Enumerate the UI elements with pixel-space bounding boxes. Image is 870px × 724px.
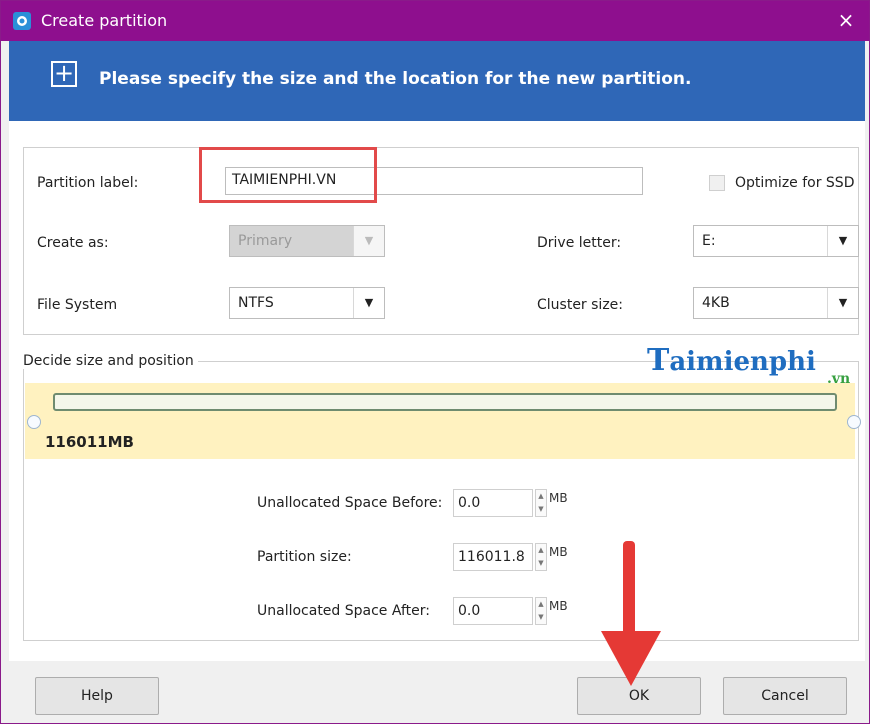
optimize-ssd-checkbox[interactable] [709, 175, 725, 191]
banner-text: Please specify the size and the location… [99, 69, 692, 89]
chevron-down-icon: ▼ [353, 226, 384, 256]
create-as-select: Primary ▼ [229, 225, 385, 257]
optimize-ssd-label: Optimize for SSD [735, 175, 855, 191]
title-bar[interactable]: Create partition × [1, 1, 869, 41]
header-banner: + Please specify the size and the locati… [9, 41, 865, 121]
unallocated-before-label: Unallocated Space Before: [257, 495, 443, 511]
taimienphi-logo: Taimienphi .vn [647, 343, 850, 387]
drive-letter-select[interactable]: E: ▼ [693, 225, 859, 257]
chevron-down-icon: ▼ [353, 288, 384, 318]
file-system-select[interactable]: NTFS ▼ [229, 287, 385, 319]
cancel-button[interactable]: Cancel [723, 677, 847, 715]
size-position-legend: Decide size and position [19, 353, 198, 369]
logo-text: aimienphi [669, 347, 816, 377]
cluster-size-select[interactable]: 4KB ▼ [693, 287, 859, 319]
partition-bar[interactable] [53, 393, 837, 411]
drive-letter-value: E: [702, 233, 716, 249]
close-button[interactable]: × [833, 7, 859, 33]
partition-size-label: Partition size: [257, 549, 352, 565]
button-bar: Help OK Cancel [9, 661, 865, 723]
help-button[interactable]: Help [35, 677, 159, 715]
unallocated-after-label: Unallocated Space After: [257, 603, 430, 619]
chevron-down-icon: ▼ [827, 226, 858, 256]
close-icon: × [837, 8, 855, 32]
unallocated-after-spinner[interactable]: ▲ ▼ [535, 597, 547, 625]
partition-size-spinner[interactable]: ▲ ▼ [535, 543, 547, 571]
partition-size-display: 116011MB [45, 433, 134, 451]
unallocated-after-input[interactable]: 0.0 [453, 597, 533, 625]
cluster-size-value: 4KB [702, 295, 730, 311]
highlight-box [199, 147, 377, 203]
cluster-size-label: Cluster size: [537, 297, 624, 313]
partition-size-map[interactable]: 116011MB [25, 383, 855, 459]
drive-letter-label: Drive letter: [537, 235, 622, 251]
window-title: Create partition [41, 11, 168, 30]
file-system-label: File System [37, 297, 118, 313]
create-partition-dialog: Create partition × + Please specify the … [0, 0, 870, 724]
create-as-value: Primary [238, 233, 293, 249]
partition-size-unit: MB [549, 545, 568, 559]
left-resize-handle[interactable] [27, 415, 41, 429]
create-as-label: Create as: [37, 235, 109, 251]
unallocated-after-unit: MB [549, 599, 568, 613]
logo-letter: T [647, 343, 670, 378]
right-resize-handle[interactable] [847, 415, 861, 429]
chevron-down-icon: ▼ [827, 288, 858, 318]
partition-label-label: Partition label: [37, 175, 139, 191]
unallocated-before-spinner[interactable]: ▲ ▼ [535, 489, 547, 517]
file-system-value: NTFS [238, 295, 274, 311]
unallocated-before-unit: MB [549, 491, 568, 505]
app-icon [13, 12, 31, 30]
partition-size-input[interactable]: 116011.8 [453, 543, 533, 571]
content-panel: Partition label: TAIMIENPHI.VN Optimize … [9, 121, 865, 661]
plus-icon: + [51, 61, 77, 87]
unallocated-before-input[interactable]: 0.0 [453, 489, 533, 517]
red-arrow-annotation [601, 541, 661, 686]
